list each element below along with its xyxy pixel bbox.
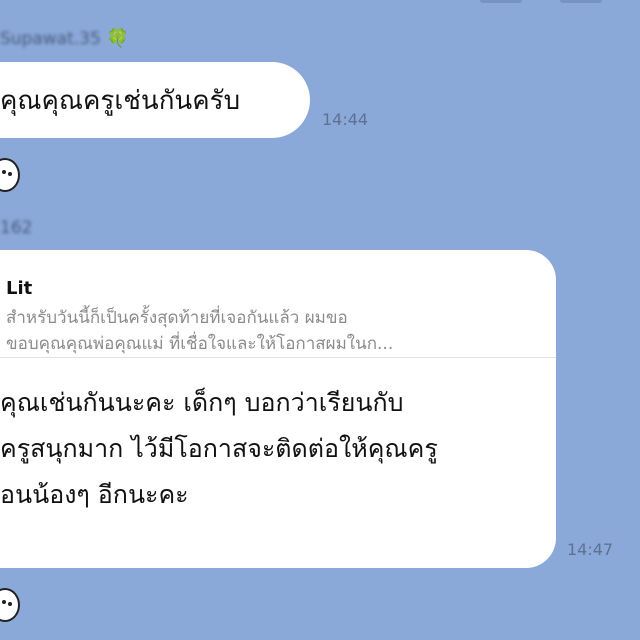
sender-name[interactable]: Supawat.35 🍀 bbox=[0, 28, 129, 49]
message-timestamp: 14:47 bbox=[567, 540, 614, 559]
sticker-avatar-icon[interactable] bbox=[0, 588, 20, 622]
message-text: คุณคุณครูเช่นกันครับ bbox=[0, 86, 241, 116]
quoted-reply[interactable]: Lit สำหรับวันนี้ก็เป็นครั้งสุดท้ายที่เจอ… bbox=[0, 250, 556, 358]
message-text-line: ครูสนุกมาก ไว้มีโอกาสจะติดต่อให้คุณครู bbox=[0, 434, 438, 463]
message-text: คุณเช่นกันนะคะ เด็กๆ บอกว่าเรียนกับ ครูส… bbox=[0, 358, 556, 518]
quoted-text: สำหรับวันนี้ก็เป็นครั้งสุดท้ายที่เจอกันแ… bbox=[6, 305, 532, 357]
message-timestamp: 14:44 bbox=[322, 110, 369, 129]
sender-name-text: Supawat.35 bbox=[0, 29, 101, 49]
sender-name[interactable]: 162 bbox=[0, 218, 32, 238]
quoted-text-line: สำหรับวันนี้ก็เป็นครั้งสุดท้ายที่เจอกันแ… bbox=[6, 308, 348, 328]
message-bubble[interactable]: คุณคุณครูเช่นกันครับ bbox=[0, 62, 310, 138]
top-decoration bbox=[560, 0, 602, 3]
sticker-avatar-icon[interactable] bbox=[0, 158, 20, 192]
message-text-line: คุณเช่นกันนะคะ เด็กๆ บอกว่าเรียนกับ bbox=[0, 388, 404, 417]
top-decoration bbox=[480, 0, 522, 3]
quoted-sender-name: Lit bbox=[6, 278, 33, 299]
quoted-text-line: ขอบคุณคุณพ่อคุณแม่ ที่เชื่อใจและให้โอกาส… bbox=[6, 334, 394, 354]
message-text-line: อนน้องๆ อีกนะคะ bbox=[0, 480, 189, 509]
four-leaf-clover-icon: 🍀 bbox=[106, 28, 130, 49]
message-bubble[interactable]: Lit สำหรับวันนี้ก็เป็นครั้งสุดท้ายที่เจอ… bbox=[0, 250, 556, 568]
sender-name-text: 162 bbox=[0, 218, 33, 238]
